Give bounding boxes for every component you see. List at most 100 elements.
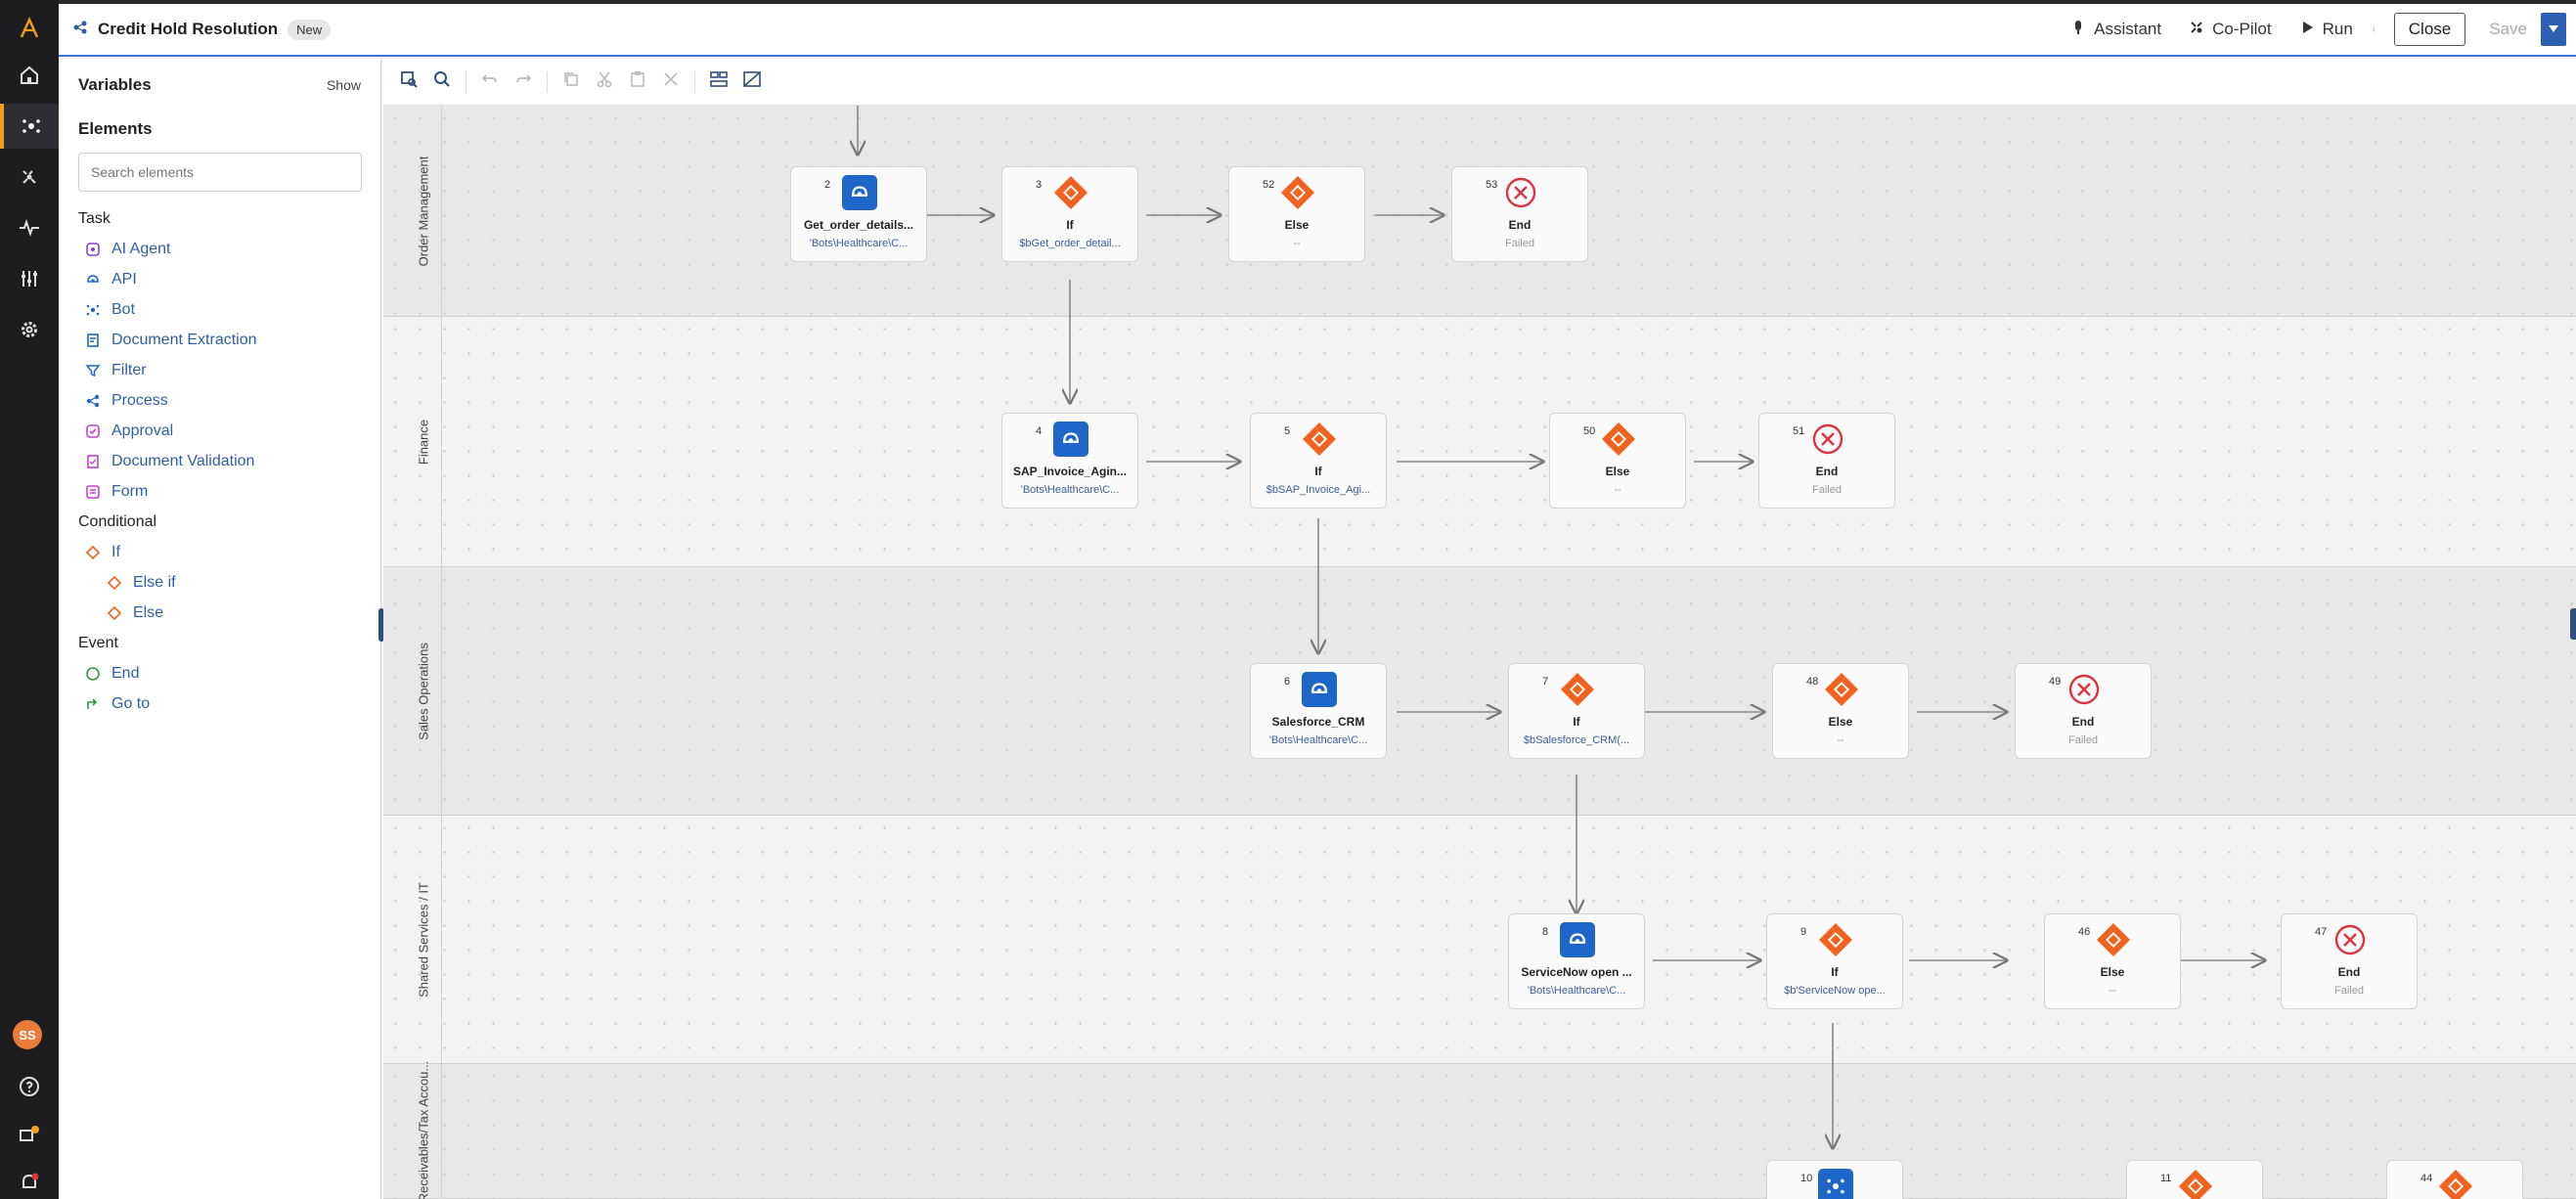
element-filter[interactable]: Filter xyxy=(59,355,380,385)
assistant-button[interactable]: Assistant xyxy=(2057,13,2175,46)
api-icon xyxy=(1302,672,1337,707)
node-number: 48 xyxy=(1806,676,1819,688)
node-number: 5 xyxy=(1284,425,1291,437)
zoom-fit-icon[interactable] xyxy=(399,69,419,94)
node-api-sap-invoice[interactable]: 4 SAP_Invoice_Agin... 'Bots\Healthcare\C… xyxy=(1001,413,1138,509)
toggle-lanes-icon[interactable] xyxy=(742,69,762,94)
process-canvas[interactable]: Order Management Finance Sales Operation… xyxy=(383,106,2576,1199)
node-subtitle: 'Bots\Healthcare\C... xyxy=(1527,985,1626,997)
app-logo-icon[interactable] xyxy=(0,6,59,51)
element-document-validation[interactable]: Document Validation xyxy=(59,446,380,476)
element-if[interactable]: If xyxy=(59,537,380,567)
node-end-49[interactable]: 49 End Failed xyxy=(2015,663,2152,759)
right-panel-handle[interactable] xyxy=(2570,608,2576,640)
cut-icon[interactable] xyxy=(595,69,614,94)
element-else-if[interactable]: Else if xyxy=(59,567,380,598)
activity-icon[interactable] xyxy=(0,205,59,250)
element-document-extraction[interactable]: Document Extraction xyxy=(59,325,380,355)
bot-icon xyxy=(1818,1169,1853,1199)
node-subtitle: $bSAP_Invoice_Agi... xyxy=(1266,484,1371,496)
element-ai-agent[interactable]: AI Agent xyxy=(59,234,380,264)
element-label: Bot xyxy=(111,300,136,318)
element-form[interactable]: Form xyxy=(59,476,380,507)
node-if-5[interactable]: 5 If $bSAP_Invoice_Agi... xyxy=(1250,413,1387,509)
element-go-to[interactable]: Go to xyxy=(59,688,380,719)
copy-icon[interactable] xyxy=(561,69,581,94)
element-label: Document Extraction xyxy=(111,331,257,348)
end-failed-icon xyxy=(1503,175,1538,210)
ai-tools-icon[interactable] xyxy=(0,155,59,200)
element-bot[interactable]: Bot xyxy=(59,294,380,325)
node-if-3[interactable]: 3 If $bGet_order_detail... xyxy=(1001,166,1138,262)
copilot-button[interactable]: Co-Pilot xyxy=(2175,13,2285,46)
else-diamond-icon xyxy=(1824,672,1859,707)
element-api[interactable]: API xyxy=(59,264,380,294)
node-api-servicenow[interactable]: 8 ServiceNow open ... 'Bots\Healthcare\C… xyxy=(1508,913,1645,1009)
home-icon[interactable] xyxy=(0,53,59,98)
learning-icon[interactable] xyxy=(0,1113,59,1158)
element-end[interactable]: End xyxy=(59,658,380,688)
node-number: 4 xyxy=(1036,425,1043,437)
bot-icon xyxy=(84,301,102,319)
save-button[interactable]: Save xyxy=(2475,13,2541,46)
app-header: Credit Hold Resolution New Assistant Co-… xyxy=(59,4,2576,57)
if-diamond-icon xyxy=(84,544,102,561)
node-end-47[interactable]: 47 End Failed xyxy=(2281,913,2418,1009)
element-label: End xyxy=(111,664,140,682)
node-api-salesforce-crm[interactable]: 6 Salesforce_CRM 'Bots\Healthcare\C... xyxy=(1250,663,1387,759)
search-icon[interactable] xyxy=(432,69,452,94)
node-end-53[interactable]: 53 End Failed xyxy=(1451,166,1588,262)
variables-show-link[interactable]: Show xyxy=(327,77,361,93)
element-else[interactable]: Else xyxy=(59,598,380,628)
else-diamond-icon xyxy=(106,604,123,622)
element-label: Approval xyxy=(111,422,174,439)
delete-icon[interactable] xyxy=(661,69,681,94)
help-icon[interactable] xyxy=(0,1064,59,1109)
node-else-46[interactable]: 46 Else -- xyxy=(2044,913,2181,1009)
automation-icon[interactable] xyxy=(0,104,59,149)
node-subtitle: -- xyxy=(1614,484,1621,496)
node-subtitle: 'Bots\Healthcare\C... xyxy=(1268,734,1368,746)
notifications-bell-icon[interactable] xyxy=(0,1160,59,1199)
node-bot-10[interactable]: 10 xyxy=(1766,1160,1903,1199)
node-number: 46 xyxy=(2078,926,2091,938)
node-subtitle: -- xyxy=(1837,734,1844,746)
node-end-51[interactable]: 51 End Failed xyxy=(1758,413,1895,509)
elements-title: Elements xyxy=(78,119,153,138)
copilot-label: Co-Pilot xyxy=(2212,20,2272,38)
element-label: Else xyxy=(133,603,164,621)
user-avatar[interactable]: SS xyxy=(13,1020,42,1049)
node-subtitle: -- xyxy=(2109,985,2116,997)
group-conditional-label: Conditional xyxy=(78,513,157,530)
node-name: If xyxy=(1831,965,1839,979)
run-button[interactable]: Run xyxy=(2286,13,2367,46)
auto-layout-icon[interactable] xyxy=(709,69,729,94)
node-number: 8 xyxy=(1542,926,1549,938)
settings-gear-icon[interactable] xyxy=(0,307,59,352)
paste-icon[interactable] xyxy=(628,69,647,94)
node-api-get-order-details[interactable]: 2 Get_order_details... 'Bots\Healthcare\… xyxy=(790,166,927,262)
node-name: End xyxy=(1508,218,1532,232)
else-diamond-icon xyxy=(2438,1169,2473,1199)
save-dropdown-chevron-icon[interactable] xyxy=(2541,13,2566,46)
node-else-44[interactable]: 44 xyxy=(2386,1160,2523,1199)
redo-icon[interactable] xyxy=(513,69,533,94)
element-label: Document Validation xyxy=(111,452,255,469)
node-else-48[interactable]: 48 Else -- xyxy=(1772,663,1909,759)
node-if-11[interactable]: 11 xyxy=(2126,1160,2263,1199)
manage-icon[interactable] xyxy=(0,256,59,301)
node-else-52[interactable]: 52 Else -- xyxy=(1228,166,1365,262)
more-options-icon[interactable] xyxy=(2367,13,2384,46)
page-title: Credit Hold Resolution xyxy=(98,20,279,38)
node-if-9[interactable]: 9 If $b'ServiceNow ope... xyxy=(1766,913,1903,1009)
go-to-icon xyxy=(84,695,102,713)
element-process[interactable]: Process xyxy=(59,385,380,416)
node-number: 47 xyxy=(2315,926,2328,938)
element-approval[interactable]: Approval xyxy=(59,416,380,446)
close-button[interactable]: Close xyxy=(2393,13,2466,46)
search-elements-input[interactable] xyxy=(78,153,362,192)
node-number: 9 xyxy=(1800,926,1807,938)
undo-icon[interactable] xyxy=(480,69,500,94)
node-if-7[interactable]: 7 If $bSalesforce_CRM(... xyxy=(1508,663,1645,759)
node-else-50[interactable]: 50 Else -- xyxy=(1549,413,1686,509)
